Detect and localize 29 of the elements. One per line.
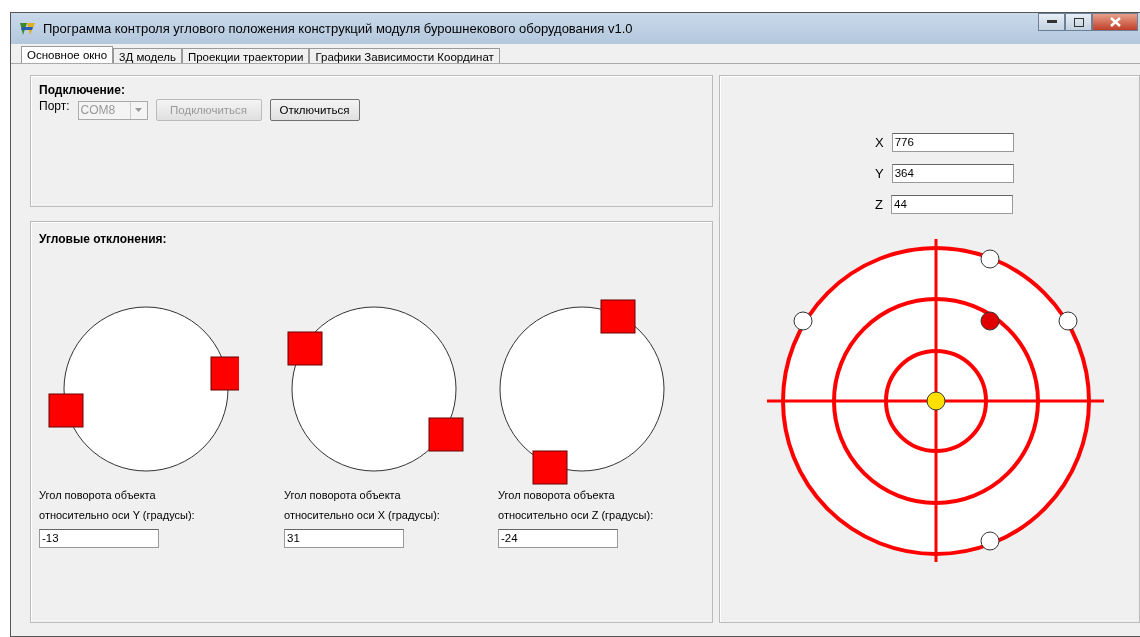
panel-heading: Угловые отклонения: bbox=[39, 232, 168, 246]
tab[interactable]: Основное окно bbox=[21, 46, 114, 63]
angle-label: Угол поворота объекта относительно оси X (градусы): bbox=[284, 488, 441, 523]
window-title: Программа контроля углового положения конструкций модуля бурошнекового оборудования v1.0 bbox=[43, 21, 633, 36]
tab[interactable]: Графики Зависимости Координат bbox=[309, 48, 500, 63]
coordinate-field[interactable]: 44 bbox=[891, 195, 1013, 214]
minimize-icon bbox=[1046, 20, 1057, 24]
tab[interactable]: Проекции траектории bbox=[181, 48, 310, 63]
maximize-icon bbox=[1073, 17, 1084, 27]
dropdown-arrow-icon bbox=[135, 108, 143, 112]
close-button[interactable] bbox=[1092, 13, 1138, 31]
angle-label: Угол поворота объекта относительно оси Y (градусы): bbox=[39, 488, 196, 523]
panel-heading: Подключение: bbox=[39, 83, 126, 97]
axis-label: Z bbox=[875, 197, 883, 212]
minimize-button[interactable] bbox=[1038, 13, 1065, 31]
coordinate-field[interactable]: 364 bbox=[891, 164, 1014, 183]
coordinate-field[interactable]: 776 bbox=[891, 133, 1014, 152]
axis-label: X bbox=[875, 135, 884, 150]
port-label: Порт: bbox=[39, 99, 70, 113]
close-icon bbox=[1109, 17, 1121, 27]
axis-label: Y bbox=[875, 166, 884, 181]
angle-field[interactable]: -24 bbox=[498, 529, 618, 548]
connection-button[interactable]: Отключиться bbox=[269, 99, 360, 121]
angle-field[interactable]: -13 bbox=[39, 529, 159, 548]
angle-field[interactable]: 31 bbox=[284, 529, 404, 548]
maximize-button[interactable] bbox=[1065, 13, 1092, 31]
angle-label: Угол поворота объекта относительно оси Z (градусы): bbox=[498, 488, 655, 523]
app-icon bbox=[19, 20, 37, 37]
tab[interactable]: 3Д модель bbox=[113, 48, 182, 63]
